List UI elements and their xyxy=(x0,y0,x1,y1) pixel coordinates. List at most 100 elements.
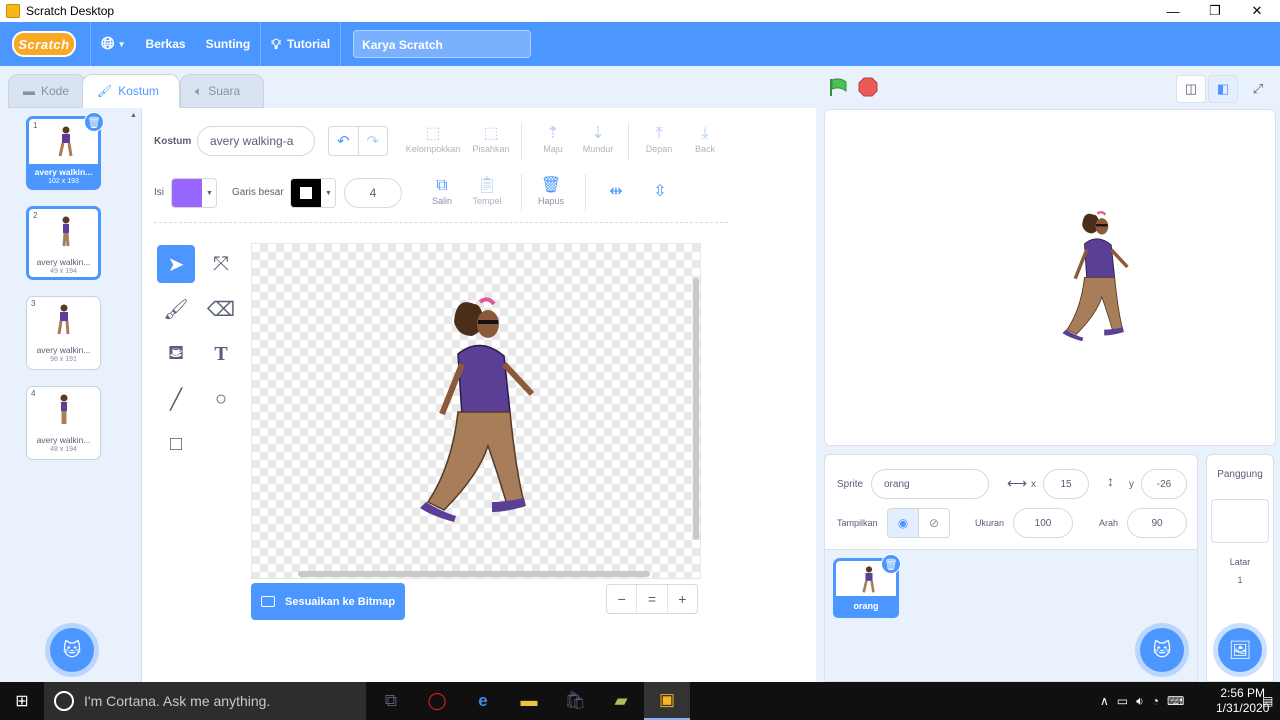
text-tool[interactable]: T xyxy=(202,335,240,373)
flip-horizontal-button[interactable]: ⇹ xyxy=(604,182,628,202)
opera-taskbar-button[interactable]: ◯ xyxy=(414,682,460,720)
zoom-out-button[interactable]: − xyxy=(607,585,638,613)
delete-costume-button[interactable]: 🗑︎ xyxy=(84,112,104,132)
choose-costume-button[interactable]: 🐱︎ xyxy=(50,628,94,672)
canvas-horizontal-scrollbar[interactable] xyxy=(298,571,650,577)
edge-taskbar-button[interactable]: e xyxy=(460,682,506,720)
project-title-input[interactable]: Karya Scratch xyxy=(353,30,532,58)
size-input[interactable]: 100 xyxy=(1013,508,1073,538)
hide-sprite-button[interactable]: ⊘ xyxy=(918,508,950,538)
copy-button[interactable]: ⧉ Salin xyxy=(428,176,456,206)
scroll-up-arrow[interactable]: ▲ xyxy=(130,112,137,119)
y-position-input[interactable]: -26 xyxy=(1141,469,1187,499)
normal-stage-button[interactable]: ◧ xyxy=(1208,75,1238,103)
tutorial-menu[interactable]: 💡︎ Tutorial xyxy=(261,22,340,66)
stop-button[interactable] xyxy=(858,77,878,97)
zoom-reset-button[interactable]: = xyxy=(637,585,668,613)
edit-menu[interactable]: Sunting xyxy=(196,22,261,66)
circle-tool[interactable]: ○ xyxy=(202,380,240,418)
paste-label: Tempel xyxy=(472,196,502,206)
trash-icon: 🗑︎ xyxy=(540,177,562,194)
edge-icon: e xyxy=(478,691,488,710)
costume-thumbnail xyxy=(60,394,68,424)
show-label: Tampilkan xyxy=(837,518,878,528)
notes-taskbar-button[interactable]: ▰ xyxy=(598,682,644,720)
costume-item[interactable]: 3 avery walkin... 98 x 191 xyxy=(26,296,101,370)
backdrop-thumbnail xyxy=(1211,499,1269,543)
rectangle-tool[interactable]: □ xyxy=(157,425,195,463)
battery-icon[interactable]: ▭ xyxy=(1117,694,1128,708)
tab-code[interactable]: ▬ Kode xyxy=(8,74,86,108)
delete-sprite-button[interactable]: 🗑︎ xyxy=(881,554,901,574)
fill-color-picker[interactable]: ▼ xyxy=(171,178,217,208)
delete-button[interactable]: 🗑︎ Hapus xyxy=(536,176,566,206)
copy-icon: ⧉ xyxy=(436,177,448,194)
backward-button[interactable]: ⇣ Mundur xyxy=(580,124,616,154)
scratch-taskbar-button[interactable]: ▣ xyxy=(644,682,690,720)
group-button[interactable]: ⬚ Kelompokkan xyxy=(404,124,462,154)
cortana-search-box[interactable]: I'm Cortana. Ask me anything. xyxy=(44,682,366,720)
file-menu[interactable]: Berkas xyxy=(136,22,196,66)
stage[interactable] xyxy=(824,109,1276,446)
chevron-up-icon[interactable]: ∧ xyxy=(1100,694,1109,708)
undo-button[interactable]: ↶ xyxy=(329,127,359,155)
minimize-button[interactable]: — xyxy=(1150,0,1196,22)
toolbar-divider xyxy=(521,174,522,212)
notifications-button[interactable]: ▤ xyxy=(1262,682,1273,720)
keyboard-icon[interactable]: ⌨︎ xyxy=(1167,694,1184,708)
x-position-input[interactable]: 15 xyxy=(1043,469,1089,499)
scratch-logo[interactable]: Scratch xyxy=(12,31,76,57)
green-flag-button[interactable] xyxy=(828,77,848,97)
costume-item[interactable]: 2 avery walkin... 49 x 194 xyxy=(26,206,101,280)
flip-vertical-button[interactable]: ⇳ xyxy=(648,182,672,202)
costume-size: 98 x 191 xyxy=(50,356,77,363)
line-tool[interactable]: ╱ xyxy=(157,380,195,418)
paste-icon: 📋︎ xyxy=(476,177,498,194)
choose-backdrop-button[interactable]: 🖼︎ xyxy=(1218,628,1262,672)
language-menu[interactable]: 🌐︎ ▼ xyxy=(91,22,136,66)
zoom-in-button[interactable]: + xyxy=(668,585,697,613)
outline-color-picker[interactable]: ▼ xyxy=(290,178,336,208)
redo-button[interactable]: ↷ xyxy=(359,127,388,155)
file-explorer-taskbar-button[interactable]: ▬ xyxy=(506,682,552,720)
sprite-list: orang 🗑︎ xyxy=(824,550,1198,682)
fill-tool[interactable]: ⛾ xyxy=(157,335,195,373)
tab-sounds[interactable]: 🔈︎ Suara xyxy=(180,74,264,108)
volume-icon[interactable]: 🔉︎ xyxy=(1136,694,1144,709)
maximize-button[interactable]: ❐ xyxy=(1192,0,1238,22)
costume-drawing xyxy=(420,297,535,522)
brush-tool[interactable]: 🖌︎ xyxy=(157,290,195,328)
direction-input[interactable]: 90 xyxy=(1127,508,1187,538)
costume-name-input[interactable]: avery walking-a xyxy=(197,126,315,156)
paste-button[interactable]: 📋︎ Tempel xyxy=(470,176,504,206)
forward-button[interactable]: ⇡ Maju xyxy=(536,124,570,154)
reshape-tool[interactable]: ⤧ xyxy=(202,245,240,283)
costume-thumbnail xyxy=(62,216,70,247)
paint-canvas[interactable] xyxy=(251,243,701,579)
sprite-name-input[interactable]: orang xyxy=(871,469,989,499)
tab-costumes[interactable]: 🖌︎ Kostum xyxy=(82,74,180,108)
select-tool[interactable]: ➤ xyxy=(157,245,195,283)
small-stage-button[interactable]: ◫ xyxy=(1176,75,1206,103)
convert-to-bitmap-button[interactable]: Sesuaikan ke Bitmap xyxy=(251,583,405,620)
front-button[interactable]: ⤒ Depan xyxy=(643,124,675,154)
notes-icon: ▰ xyxy=(614,691,628,710)
store-taskbar-button[interactable]: 🛍︎ xyxy=(552,682,598,720)
opera-icon: ◯ xyxy=(427,691,447,710)
scratch-icon: ▣ xyxy=(658,690,676,709)
wifi-icon[interactable]: ◔ xyxy=(1152,694,1159,708)
start-button[interactable]: ⊞ xyxy=(0,682,44,720)
close-button[interactable]: ✕ xyxy=(1234,0,1280,22)
ungroup-button[interactable]: ⬚ Pisahkan xyxy=(468,124,514,154)
back-button[interactable]: ⤓ Back xyxy=(690,124,720,154)
choose-sprite-button[interactable]: 🐱︎ xyxy=(1140,628,1184,672)
eraser-tool[interactable]: ⌫ xyxy=(202,290,240,328)
task-view-button[interactable]: ⧉ xyxy=(368,682,414,720)
fullscreen-button[interactable]: ⤢ xyxy=(1243,75,1273,103)
show-sprite-button[interactable]: ◉ xyxy=(887,508,919,538)
fill-label: Isi xyxy=(154,187,164,198)
costume-item[interactable]: 4 avery walkin... 48 x 194 xyxy=(26,386,101,460)
outline-width-input[interactable]: 4 xyxy=(344,178,402,208)
canvas-vertical-scrollbar[interactable] xyxy=(693,278,699,540)
sprite-label: Sprite xyxy=(837,479,864,490)
